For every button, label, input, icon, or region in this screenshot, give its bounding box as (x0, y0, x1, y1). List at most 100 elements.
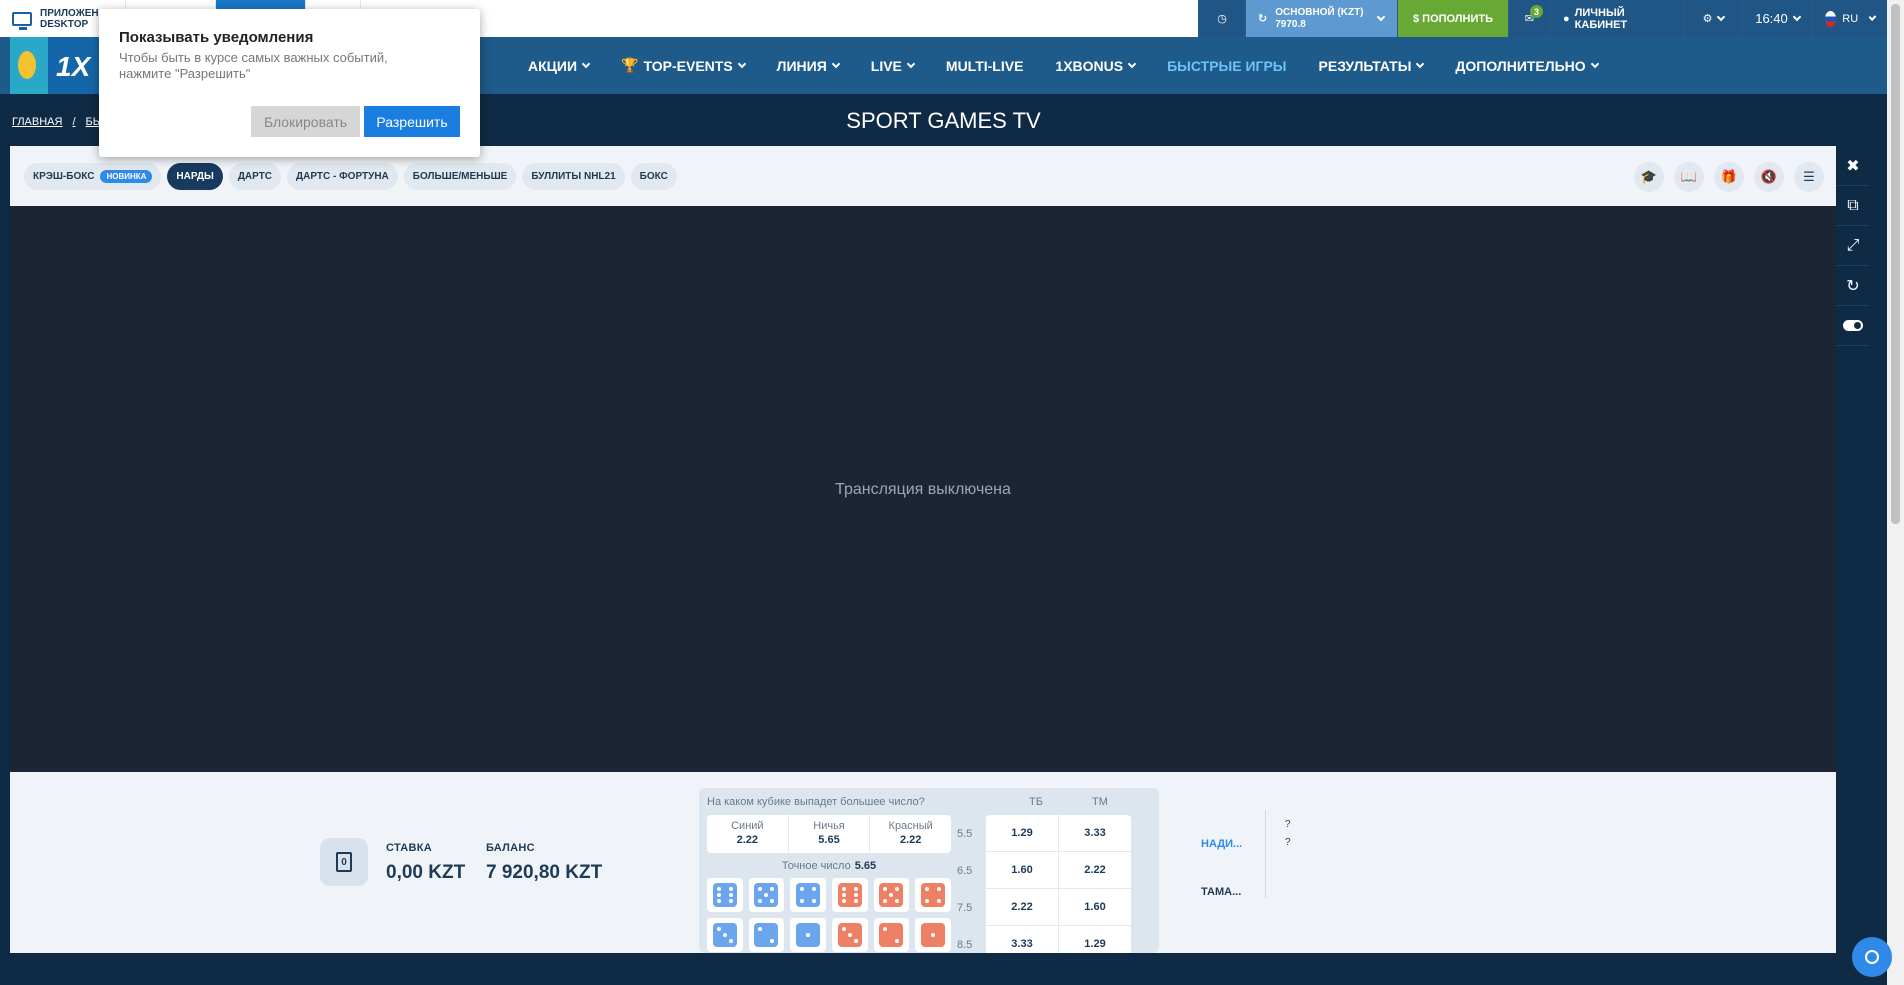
totals-row: 1.60 2.22 (986, 852, 1131, 889)
dice-red-1-icon (921, 923, 946, 947)
pip (758, 887, 763, 891)
pip (800, 899, 805, 903)
dice-cell-0[interactable] (707, 878, 743, 912)
nav-item-3[interactable]: LIVE (855, 58, 930, 74)
logo[interactable]: 1X (10, 37, 100, 94)
sound-off-icon[interactable]: 🔇 (1754, 162, 1784, 192)
nav-item-2[interactable]: ЛИНИЯ (761, 58, 855, 74)
dice-cell-1[interactable] (748, 878, 785, 912)
pip (883, 899, 888, 903)
rules-book-icon[interactable]: 📖 (1674, 162, 1704, 192)
close-icon[interactable]: ✖ (1836, 146, 1870, 186)
dice-blue-5-icon (754, 883, 779, 907)
pip (841, 893, 846, 897)
language-label: RU (1842, 12, 1859, 25)
exact-odd: 5.65 (854, 860, 877, 872)
block-button[interactable]: Блокировать (251, 106, 360, 137)
dice-cell-4[interactable] (873, 878, 910, 912)
dice-blue-6-icon (712, 883, 737, 907)
nav-item-label: TOP-EVENTS (643, 57, 733, 74)
nav-item-0[interactable]: АКЦИИ (512, 58, 605, 74)
support-chat-button[interactable] (1852, 937, 1892, 977)
outcome-1[interactable]: Ничья 5.65 (789, 815, 871, 853)
tm-odd[interactable]: 2.22 (1059, 852, 1131, 888)
player-1[interactable]: ТАМА... (1201, 868, 1291, 916)
nav-item-5[interactable]: 1XBONUS (1039, 58, 1151, 74)
game-tab-3[interactable]: ДАРТС - ФОРТУНА (287, 162, 398, 190)
settings-sliders-icon[interactable]: ☰ (1794, 162, 1824, 192)
kz-flag-emblem (10, 37, 48, 94)
tb-odd[interactable]: 1.29 (986, 815, 1059, 851)
nav-item-7[interactable]: РЕЗУЛЬТАТЫ (1303, 58, 1440, 74)
nav-item-1[interactable]: 🏆 TOP-EVENTS (605, 57, 761, 74)
tm-odd[interactable]: 3.33 (1059, 815, 1131, 851)
chevron-down-icon (1416, 59, 1425, 68)
history-button[interactable]: ◷ (1198, 0, 1245, 37)
dice-cell-7[interactable] (748, 918, 785, 952)
gift-icon[interactable]: 🎁 (1714, 162, 1744, 192)
dice-blue-4-icon (796, 883, 821, 907)
dice-cell-10[interactable] (873, 918, 910, 952)
topup-label: $ ПОПОЛНИТЬ (1412, 12, 1494, 25)
tm-odd[interactable]: 1.29 (1059, 926, 1131, 953)
betting-area: 0 СТАВКА 0,00 KZT БАЛАНС 7 920,80 KZT На… (10, 772, 1836, 953)
time-selector[interactable]: 16:40 (1742, 0, 1812, 37)
dice-cell-8[interactable] (790, 918, 826, 952)
pip (895, 887, 900, 891)
tb-odd[interactable]: 3.33 (986, 926, 1059, 953)
chip-button[interactable]: 0 (320, 838, 368, 886)
tb-odd[interactable]: 1.60 (986, 852, 1059, 888)
dice-cell-6[interactable] (707, 918, 743, 952)
dice-cell-3[interactable] (832, 878, 868, 912)
tutorial-icon[interactable]: 🎓 (1634, 162, 1664, 192)
player-0[interactable]: НАДИ... (1201, 820, 1291, 868)
notification-permission-popup: Показывать уведомления Чтобы быть в курс… (99, 9, 480, 157)
settings-button[interactable]: ⚙ (1684, 0, 1742, 37)
game-tab-5[interactable]: БУЛЛИТЫ NHL21 (522, 162, 625, 190)
breadcrumb: ГЛАВНАЯ / БЫ (12, 116, 103, 128)
clock-icon: ◷ (1217, 13, 1227, 25)
app-label-line1: ПРИЛОЖЕН (40, 7, 99, 19)
outcome-0[interactable]: Синий 2.22 (707, 815, 789, 853)
copy-icon[interactable]: ⧉ (1836, 186, 1870, 226)
dice-cell-2[interactable] (790, 878, 826, 912)
dice-cell-5[interactable] (915, 878, 951, 912)
nav-item-4[interactable]: MULTI-LIVE (930, 58, 1040, 74)
chevron-down-icon (906, 59, 916, 68)
breadcrumb-home[interactable]: ГЛАВНАЯ (12, 116, 62, 128)
personal-cabinet-button[interactable]: ● ЛИЧНЫЙ КАБИНЕТ (1550, 0, 1684, 37)
tm-odd[interactable]: 1.60 (1059, 889, 1131, 925)
toggle-icon[interactable] (1836, 306, 1870, 346)
game-tab-4[interactable]: БОЛЬШЕ/МЕНЬШЕ (403, 162, 517, 190)
game-tab-0[interactable]: КРЭШ-БОКС НОВИНКА (24, 162, 162, 190)
chevron-down-icon (1127, 59, 1137, 68)
language-selector[interactable]: RU (1812, 0, 1887, 37)
time-display: 16:40 (1755, 11, 1788, 26)
pip (889, 893, 894, 897)
nav-item-label: АКЦИИ (528, 57, 578, 74)
game-tab-1[interactable]: НАРДЫ (167, 162, 223, 190)
nav-item-6[interactable]: БЫСТРЫЕ ИГРЫ (1151, 58, 1302, 74)
dice-cell-9[interactable] (832, 918, 868, 952)
chevron-down-icon (1792, 12, 1802, 21)
account-selector[interactable]: ↻ ОСНОВНОЙ (KZT) 7970.8 (1245, 0, 1397, 37)
dice-cell-11[interactable] (915, 918, 951, 952)
total-lines: 5.5 6.5 7.5 8.5 (957, 815, 983, 953)
outcome-2[interactable]: Красный 2.22 (870, 815, 951, 853)
nav-item-8[interactable]: ДОПОЛНИТЕЛЬНО (1439, 58, 1613, 74)
topup-button[interactable]: $ ПОПОЛНИТЬ (1397, 0, 1508, 37)
tb-odd[interactable]: 2.22 (986, 889, 1059, 925)
allow-button[interactable]: Разрешить (364, 106, 460, 137)
refresh-icon[interactable]: ↻ (1836, 266, 1870, 306)
game-tab-2[interactable]: ДАРТС (228, 162, 282, 190)
game-tab-6[interactable]: БОКС (630, 162, 677, 190)
dice-grid (707, 878, 951, 952)
messages-button[interactable]: ✉ 3 (1508, 0, 1550, 37)
scrollbar-thumb[interactable] (1891, 4, 1900, 524)
expand-icon[interactable]: ⤢ (1836, 226, 1870, 266)
game-panel: КРЭШ-БОКС НОВИНКА НАРДЫ ДАРТС ДАРТС - ФОРТУН… (10, 146, 1836, 953)
page-scrollbar[interactable] (1887, 0, 1904, 985)
account-label: ОСНОВНОЙ (KZT) (1275, 6, 1364, 18)
stake-label: СТАВКА (386, 842, 433, 854)
pip (812, 887, 817, 891)
